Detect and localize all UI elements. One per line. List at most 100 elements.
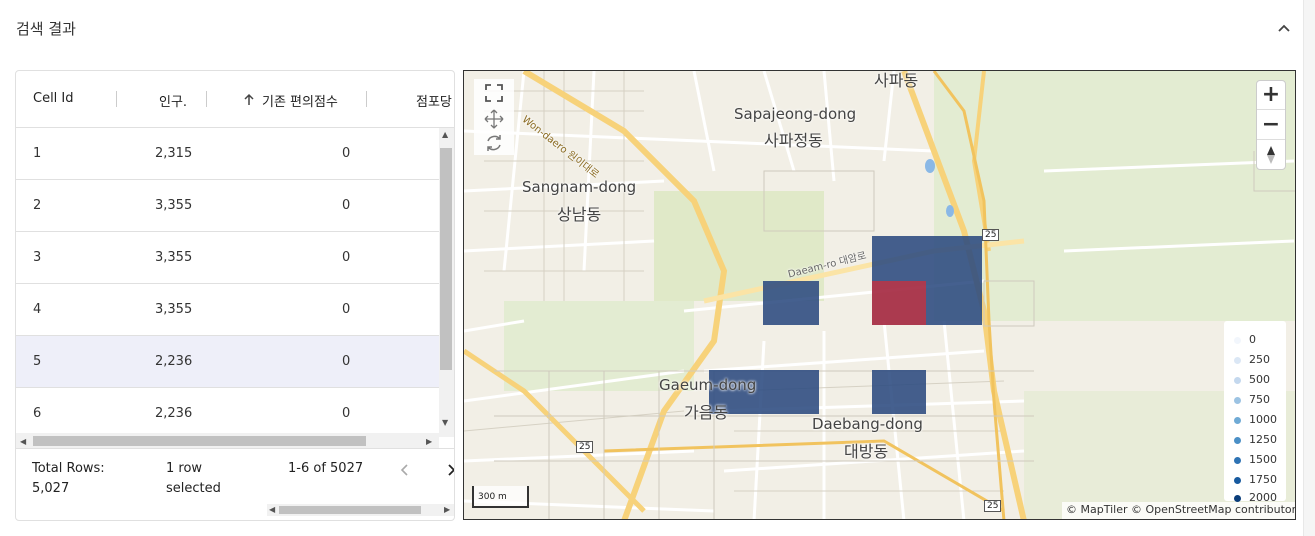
- grid-header: Cell Id 인구. 기존 편의점수 점포당: [16, 71, 454, 128]
- zoom-in-button[interactable]: +: [1257, 81, 1285, 110]
- next-page-icon[interactable]: [444, 463, 455, 477]
- column-separator[interactable]: [116, 91, 117, 107]
- water-body: [946, 205, 954, 217]
- table-row-selected[interactable]: 5 2,236 0: [16, 336, 439, 388]
- legend-swatch: [1234, 494, 1241, 502]
- footer-horizontal-scroll-thumb[interactable]: [279, 506, 421, 514]
- table-row[interactable]: 1 2,315 0: [16, 128, 439, 180]
- data-grid: Cell Id 인구. 기존 편의점수 점포당 1 2,315 0 2 3,35…: [15, 70, 455, 521]
- column-header-cell-id[interactable]: Cell Id: [33, 91, 74, 106]
- scroll-down-arrow-icon[interactable]: ▼: [442, 418, 448, 427]
- grid-cell-high[interactable]: [872, 236, 982, 281]
- map-label-district: Gaeum-dong: [659, 376, 757, 394]
- route-shield: 25: [576, 441, 594, 453]
- column-header-population[interactable]: 인구.: [159, 91, 187, 110]
- scroll-left-arrow-icon[interactable]: ◀: [20, 437, 26, 446]
- map-attribution[interactable]: © MapTiler © OpenStreetMap contributors: [1062, 502, 1295, 519]
- cell-id: 2: [33, 198, 42, 213]
- scroll-left-arrow-icon[interactable]: ◀: [269, 505, 275, 514]
- legend-item: 1250: [1234, 433, 1277, 447]
- table-row[interactable]: 6 2,236 0: [16, 388, 439, 437]
- legend-swatch: [1234, 476, 1241, 484]
- cell-id: 1: [33, 146, 42, 161]
- legend-swatch: [1234, 336, 1241, 344]
- map-label-district-ko: 상남동: [557, 205, 602, 224]
- column-header-existing-stores[interactable]: 기존 편의점수: [262, 91, 338, 110]
- map-label-district: 사파동: [874, 71, 919, 90]
- map-label-district: Daebang-dong: [812, 415, 923, 433]
- map-scale-bar: 300 m: [472, 486, 529, 508]
- fullscreen-icon[interactable]: [484, 83, 504, 103]
- selected-count-line2: selected: [166, 481, 221, 496]
- cell-store-count: 0: [342, 406, 351, 421]
- total-rows-label: Total Rows:: [32, 461, 105, 476]
- cell-population: 2,236: [155, 354, 193, 369]
- map-view[interactable]: 사파동 Sapajeong-dong 사파정동 Sangnam-dong 상남동…: [463, 70, 1296, 520]
- legend-item: 250: [1234, 353, 1270, 367]
- chevron-up-icon[interactable]: [1275, 20, 1293, 38]
- map-label-district-ko: 가음동: [684, 403, 729, 422]
- legend-swatch: [1234, 356, 1241, 364]
- legend-item: 500: [1234, 373, 1270, 387]
- legend-item: 1500: [1234, 453, 1277, 467]
- scroll-right-arrow-icon[interactable]: ▶: [444, 505, 450, 514]
- legend-item: 1750: [1234, 473, 1277, 487]
- map-label-district-ko: 사파정동: [764, 131, 823, 150]
- scroll-right-arrow-icon[interactable]: ▶: [426, 437, 432, 446]
- cell-id: 5: [33, 354, 42, 369]
- cell-store-count: 0: [342, 354, 351, 369]
- horizontal-scroll-thumb[interactable]: [33, 436, 366, 446]
- results-header: 검색 결과: [0, 0, 1315, 60]
- grid-cell-high[interactable]: [763, 281, 819, 325]
- pagination-range: 1-6 of 5027: [288, 461, 364, 476]
- map-legend: 0 250 500 750 1000 1250 1500 1750 2000: [1224, 321, 1286, 504]
- scroll-up-arrow-icon[interactable]: ▲: [442, 130, 448, 139]
- cell-population: 2,315: [155, 146, 193, 161]
- zoom-out-button[interactable]: −: [1257, 111, 1285, 140]
- cell-id: 4: [33, 302, 42, 317]
- cell-population: 3,355: [155, 302, 193, 317]
- route-shield: 25: [982, 229, 1000, 241]
- cell-population: 3,355: [155, 250, 193, 265]
- table-row[interactable]: 2 3,355 0: [16, 180, 439, 232]
- grid-footer: Total Rows: 5,027 1 row selected 1-6 of …: [16, 448, 455, 520]
- legend-item: 1000: [1234, 413, 1277, 427]
- rotate-icon[interactable]: [484, 133, 504, 153]
- table-row[interactable]: 4 3,355 0: [16, 284, 439, 336]
- page-scrollbar[interactable]: [1303, 0, 1315, 536]
- legend-swatch: [1234, 436, 1241, 444]
- cell-id: 6: [33, 406, 42, 421]
- map-label-district: Sangnam-dong: [522, 178, 637, 196]
- table-row[interactable]: 3 3,355 0: [16, 232, 439, 284]
- vertical-scroll-thumb[interactable]: [440, 148, 452, 370]
- zoom-controls: + −: [1256, 80, 1286, 170]
- legend-item: 0: [1234, 333, 1256, 347]
- grid-cell-selected[interactable]: [872, 281, 926, 325]
- pan-icon[interactable]: [484, 109, 504, 129]
- cell-store-count: 0: [342, 302, 351, 317]
- cell-store-count: 0: [342, 198, 351, 213]
- column-separator[interactable]: [206, 91, 207, 107]
- compass-icon[interactable]: [1265, 145, 1277, 165]
- legend-swatch: [1234, 376, 1241, 384]
- legend-swatch: [1234, 416, 1241, 424]
- cell-id: 3: [33, 250, 42, 265]
- grid-cell-high[interactable]: [872, 370, 926, 414]
- cell-population: 2,236: [155, 406, 193, 421]
- previous-page-icon[interactable]: [398, 463, 412, 477]
- water-body: [925, 159, 935, 173]
- map-label-district-ko: 대방동: [844, 442, 889, 461]
- column-header-per-store[interactable]: 점포당: [416, 91, 452, 110]
- grid-cell-high[interactable]: [926, 281, 982, 325]
- map-label-district: Sapajeong-dong: [734, 105, 857, 123]
- legend-item: 750: [1234, 393, 1270, 407]
- sort-ascending-icon[interactable]: [242, 93, 256, 107]
- grid-body: 1 2,315 0 2 3,355 0 3 3,355 0 4 3,355 0 …: [16, 128, 439, 437]
- selected-count-line1: 1 row: [166, 461, 203, 476]
- total-rows-value: 5,027: [32, 481, 70, 496]
- column-separator[interactable]: [366, 91, 367, 107]
- legend-swatch: [1234, 396, 1241, 404]
- route-shield: 25: [984, 500, 1002, 512]
- legend-swatch: [1234, 456, 1241, 464]
- map-tool-panel: [474, 79, 514, 155]
